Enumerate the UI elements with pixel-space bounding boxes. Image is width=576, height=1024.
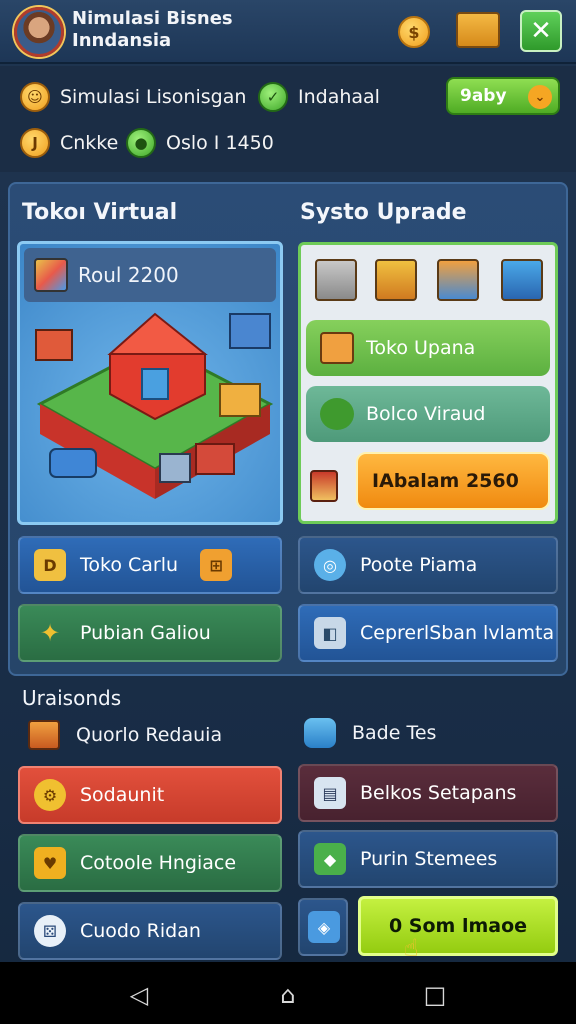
button-label: Pubian Galiou xyxy=(80,622,211,644)
shield-icon: ♥ xyxy=(34,847,66,879)
gold-coin-icon: ☺ xyxy=(20,82,50,112)
close-button[interactable]: ✕ xyxy=(520,10,562,52)
pubian-galiou-button[interactable]: ✦ Pubian Galiou xyxy=(18,604,282,662)
purin-stemees-button[interactable]: ◆ Purin Stemees xyxy=(298,830,558,888)
recents-icon[interactable]: □ xyxy=(420,980,450,1010)
gold-coin-icon: J xyxy=(20,128,50,158)
upgrade-row[interactable]: Toko Upana xyxy=(306,320,550,376)
shield-icon: D xyxy=(34,549,66,581)
upgrade-price-button[interactable]: IAbalam 2560 xyxy=(356,452,550,510)
som-lmaoe-button[interactable]: 0 Som lmaoe xyxy=(358,896,558,956)
player-avatar[interactable] xyxy=(14,7,64,57)
home-icon[interactable]: ⌂ xyxy=(273,980,303,1010)
cube-icon: ◧ xyxy=(314,617,346,649)
toko-carlu-button[interactable]: D Toko Carlu ⊞ xyxy=(18,536,282,594)
cuodo-ridan-button[interactable]: ⚄ Cuodo Ridan xyxy=(18,902,282,960)
button-label: Poote Piama xyxy=(360,554,478,576)
shop-label[interactable]: Roul 2200 xyxy=(24,248,276,302)
pointer-hand-icon: ☝ xyxy=(404,934,419,962)
button-label: Sodaunit xyxy=(80,784,165,806)
cotoole-hngiace-button[interactable]: ♥ Cotoole Hngiace xyxy=(18,834,282,892)
poote-piama-button[interactable]: ◎ Poote Piama xyxy=(298,536,558,594)
list-item[interactable]: Bade Tes xyxy=(304,718,436,748)
upgrade-label: Toko Upana xyxy=(366,337,476,359)
leaf-icon xyxy=(320,398,354,430)
button-label: Belkos Setapans xyxy=(360,782,517,804)
upgrade-row[interactable]: Bolco Viraud xyxy=(306,386,550,442)
buy-button-label: 9aby xyxy=(460,86,507,106)
app-title-line2: Inndansia xyxy=(72,30,172,51)
buy-button[interactable]: 9aby ⌄ xyxy=(446,77,560,115)
button-label: Toko Carlu xyxy=(80,554,179,576)
belkos-setapans-button[interactable]: ▤ Belkos Setapans xyxy=(298,764,558,822)
shop-icon[interactable] xyxy=(501,259,543,301)
robot-icon xyxy=(304,718,336,748)
app-title: Nimulasi Bisnes Inndansia xyxy=(72,8,282,52)
shop-box-icon[interactable] xyxy=(456,12,500,48)
ceprer-button[interactable]: ◧ CeprerlSban lvlamta xyxy=(298,604,558,662)
app-title-line1: Nimulasi Bisnes xyxy=(72,8,233,29)
stat-item: ● Oslo I 1450 xyxy=(126,128,274,158)
location-icon: ◎ xyxy=(314,549,346,581)
stat-item: ☺ Simulasi Lisonisgan xyxy=(20,82,246,112)
bottom-section-title: Uraisonds xyxy=(22,686,122,710)
cart-icon[interactable] xyxy=(315,259,357,301)
stat-label: Simulasi Lisonisgan xyxy=(60,86,247,108)
star-icon: ✦ xyxy=(39,619,61,647)
list-item[interactable]: Quorlo Redauia xyxy=(28,720,222,750)
shop-icon[interactable] xyxy=(375,259,417,301)
shop-icon xyxy=(320,332,354,364)
map-icon: ⊞ xyxy=(200,549,233,581)
register-icon: ▤ xyxy=(314,777,346,809)
system-nav-bar: ◁ ⌂ □ xyxy=(0,962,576,1024)
gear-icon: ⚙ xyxy=(34,779,66,811)
dice-icon: ⚄ xyxy=(34,915,66,947)
coin-icon[interactable]: $ xyxy=(398,16,430,48)
list-item-label: Quorlo Redauia xyxy=(76,724,223,746)
button-label: Purin Stemees xyxy=(360,848,498,870)
button-label: CeprerlSban lvlamta xyxy=(360,622,555,644)
store-icon xyxy=(34,258,68,292)
stat-label: Cnkke xyxy=(60,132,119,154)
sodaunit-button[interactable]: ⚙ Sodaunit xyxy=(18,766,282,824)
green-coin-icon: ● xyxy=(126,128,156,158)
button-label: Cuodo Ridan xyxy=(80,920,201,942)
list-item-label: Bade Tes xyxy=(352,722,437,744)
cube-icon: ◈ xyxy=(308,911,340,943)
back-icon[interactable]: ◁ xyxy=(124,980,154,1010)
shop-icon[interactable] xyxy=(437,259,479,301)
cube-button[interactable]: ◈ xyxy=(298,898,348,956)
box-icon xyxy=(28,720,60,750)
button-label: Cotoole Hngiace xyxy=(80,852,237,874)
green-leaf-icon: ✓ xyxy=(258,82,288,112)
stat-label: Indahaal xyxy=(298,86,380,108)
stat-item: J Cnkke xyxy=(20,128,118,158)
stat-item: ✓ Indahaal xyxy=(258,82,380,112)
upgrade-price-label: IAbalam 2560 xyxy=(372,470,519,492)
shop-section-title: Tokoı Virtual xyxy=(22,200,178,225)
stat-label: Oslo I 1450 xyxy=(166,132,274,154)
books-icon-shape xyxy=(310,470,338,502)
chevron-down-icon: ⌄ xyxy=(528,85,552,109)
shop-label-text: Roul 2200 xyxy=(78,263,179,287)
cube-icon: ◆ xyxy=(314,843,346,875)
upgrade-section-title: Systo Uprade xyxy=(300,200,467,225)
books-icon xyxy=(310,458,350,514)
upgrade-label: Bolco Viraud xyxy=(366,403,486,425)
top-bar: Nimulasi Bisnes Inndansia $ ✕ xyxy=(0,0,576,64)
